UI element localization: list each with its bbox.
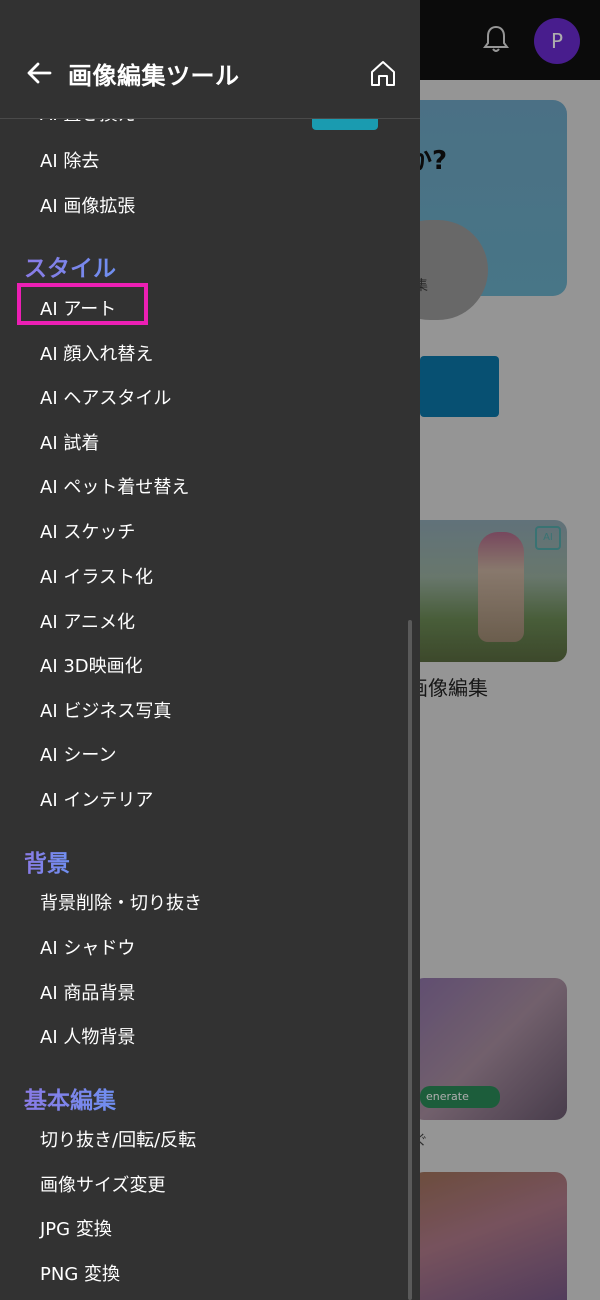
side-drawer: 画像編集ツール AI 置き換え AI 除去 AI 画像拡張 スタイル AI アー…: [0, 0, 420, 1300]
section-header-background: 背景: [24, 844, 70, 878]
home-icon[interactable]: [368, 58, 398, 88]
menu-item-bg-remove[interactable]: 背景削除・切り抜き: [40, 889, 202, 915]
menu-item-ai-try-on[interactable]: AI 試着: [40, 429, 99, 455]
menu-item-ai-anime[interactable]: AI アニメ化: [40, 608, 135, 634]
menu-item-ai-art[interactable]: AI アート: [40, 295, 116, 321]
scrollbar[interactable]: [408, 620, 412, 1300]
menu-item-png-convert[interactable]: PNG 変換: [40, 1260, 120, 1286]
menu-item-ai-business-photo[interactable]: AI ビジネス写真: [40, 697, 171, 723]
menu-item-ai-expand[interactable]: AI 画像拡張: [40, 192, 135, 218]
drawer-title: 画像編集ツール: [68, 62, 240, 90]
menu-item-ai-scene[interactable]: AI シーン: [40, 741, 116, 767]
menu-item-ai-interior[interactable]: AI インテリア: [40, 786, 153, 812]
back-arrow-icon[interactable]: [26, 60, 52, 86]
menu-item-ai-product-bg[interactable]: AI 商品背景: [40, 979, 135, 1005]
section-header-basic-edit: 基本編集: [24, 1081, 116, 1115]
menu-item-ai-hairstyle[interactable]: AI ヘアスタイル: [40, 384, 171, 410]
menu-item-ai-remove[interactable]: AI 除去: [40, 147, 99, 173]
menu-item-ai-pet-outfit[interactable]: AI ペット着せ替え: [40, 473, 189, 499]
menu-item-jpg-convert[interactable]: JPG 変換: [40, 1215, 112, 1241]
menu-item-ai-person-bg[interactable]: AI 人物背景: [40, 1023, 135, 1049]
menu-item-ai-3d-movie[interactable]: AI 3D映画化: [40, 652, 143, 678]
menu-item-ai-shadow[interactable]: AI シャドウ: [40, 934, 135, 960]
menu-item-ai-sketch[interactable]: AI スケッチ: [40, 518, 135, 544]
menu-item-ai-illustration[interactable]: AI イラスト化: [40, 563, 153, 589]
menu-item-ai-face-swap[interactable]: AI 顔入れ替え: [40, 340, 153, 366]
menu-item-crop-rotate[interactable]: 切り抜き/回転/反転: [40, 1126, 196, 1152]
drawer-header: 画像編集ツール: [0, 0, 420, 119]
menu-item-resize[interactable]: 画像サイズ変更: [40, 1171, 165, 1197]
section-header-style: スタイル: [24, 249, 116, 283]
